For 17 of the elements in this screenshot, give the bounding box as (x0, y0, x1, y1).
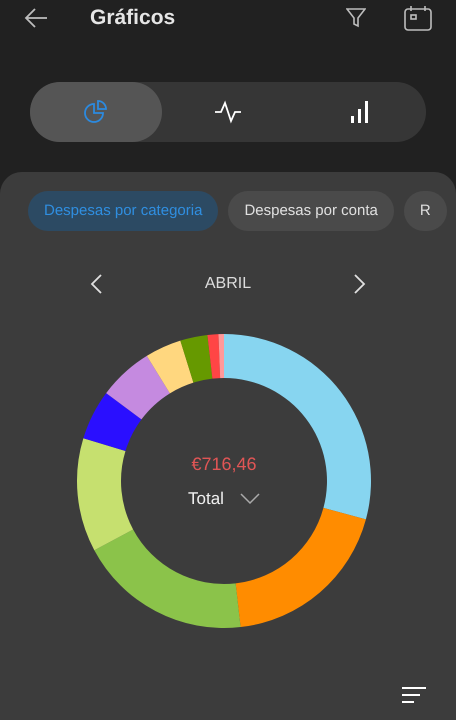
filter-icon[interactable] (346, 8, 366, 28)
total-amount: €716,46 (191, 452, 257, 476)
total-label: Total (188, 488, 224, 510)
sort-icon[interactable] (402, 686, 426, 704)
filter-chip[interactable]: Despesas por conta (228, 191, 394, 231)
back-arrow-icon[interactable] (24, 8, 48, 28)
pie-chart-icon (83, 99, 109, 125)
filter-chip[interactable]: R (404, 191, 447, 231)
screen-title: Gráficos (90, 5, 176, 32)
month-label: ABRIL (204, 274, 252, 294)
bar-chart-icon (349, 100, 371, 124)
previous-chevron-icon[interactable] (90, 274, 102, 294)
calendar-icon[interactable] (404, 5, 432, 31)
donut-slice (106, 356, 170, 420)
dropdown-chevron-icon[interactable] (240, 492, 260, 504)
next-chevron-icon[interactable] (354, 274, 366, 294)
pulse-line-icon (214, 100, 242, 124)
